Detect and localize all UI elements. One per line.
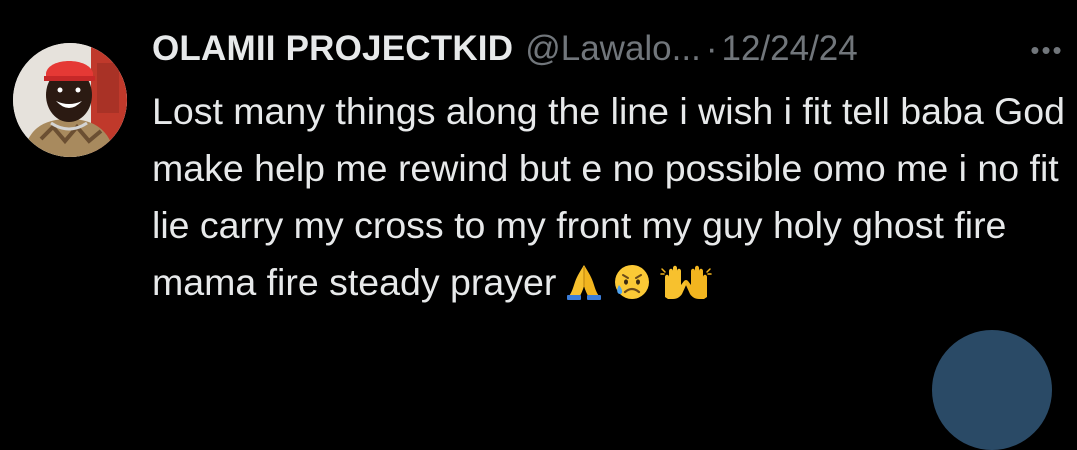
tweet-header: OLAMII PROJECTKID @Lawalo... · 12/24/24 — [152, 24, 858, 74]
tweet-text: Lost many things along the line i wish i… — [152, 83, 1072, 317]
user-handle[interactable]: @Lawalo... — [525, 24, 701, 74]
tweet-text-content: Lost many things along the line i wish i… — [152, 90, 1066, 303]
folded-hands-emoji — [564, 260, 604, 317]
compose-button[interactable] — [932, 330, 1052, 450]
sad-but-relieved-face-emoji — [612, 260, 652, 317]
avatar[interactable] — [13, 43, 127, 157]
display-name[interactable]: OLAMII PROJECTKID — [152, 24, 513, 74]
tweet-date[interactable]: 12/24/24 — [721, 24, 857, 74]
tweet[interactable]: OLAMII PROJECTKID @Lawalo... · 12/24/24 … — [0, 0, 1077, 450]
separator-dot: · — [705, 29, 718, 68]
avatar-image — [13, 43, 127, 157]
more-options-icon[interactable]: ••• — [1020, 32, 1074, 68]
raising-hands-emoji — [660, 260, 713, 317]
